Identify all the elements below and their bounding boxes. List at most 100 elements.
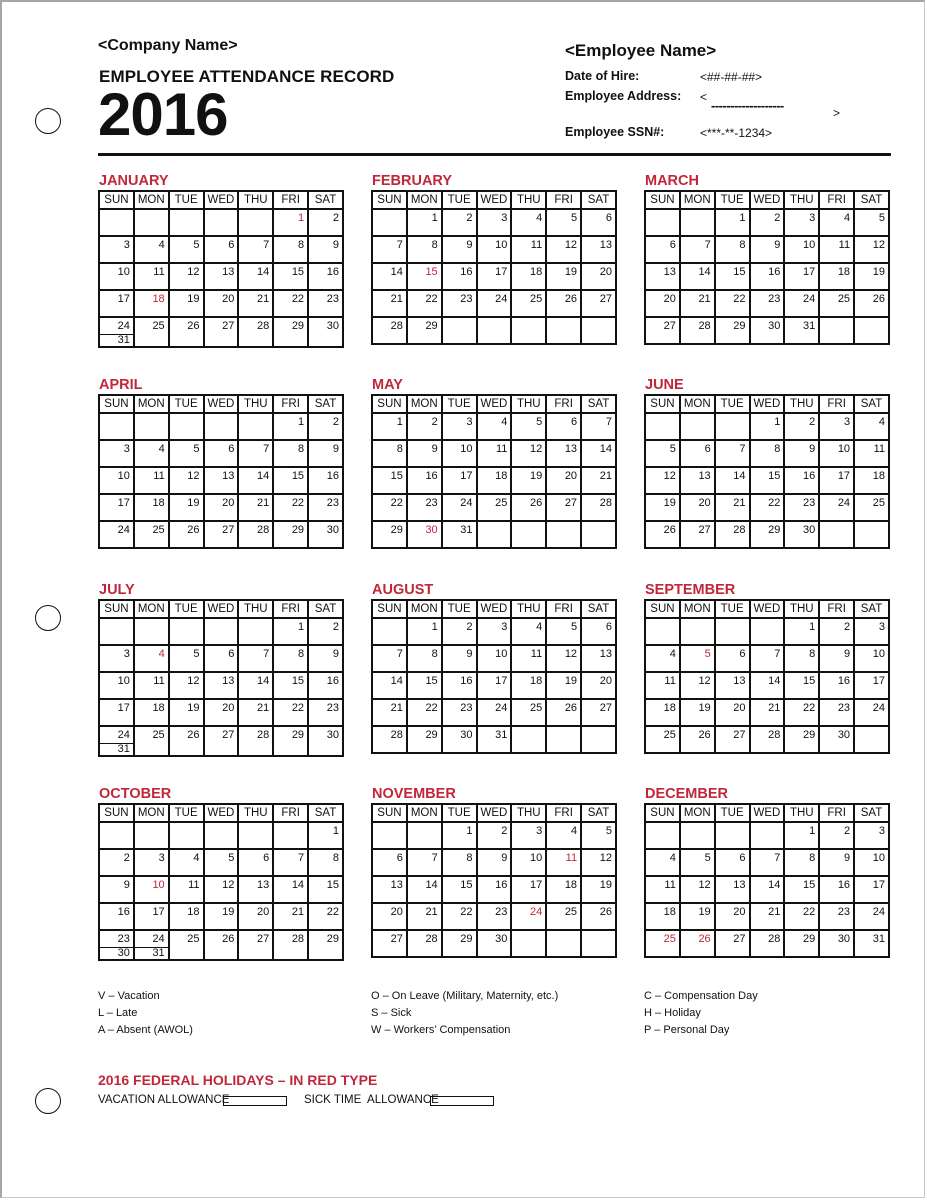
day-cell[interactable]: 9 bbox=[475, 848, 513, 877]
day-cell[interactable]: 17 bbox=[510, 875, 548, 904]
day-cell[interactable]: 13 bbox=[713, 671, 751, 700]
day-cell[interactable]: 12 bbox=[510, 439, 548, 468]
day-cell[interactable]: 26 bbox=[644, 520, 681, 549]
day-cell[interactable]: 6 bbox=[580, 208, 617, 237]
day-cell[interactable]: 28 bbox=[405, 929, 443, 958]
day-cell[interactable]: 27 bbox=[580, 289, 617, 318]
day-cell[interactable]: 12 bbox=[167, 262, 205, 291]
day-cell[interactable]: 29 bbox=[713, 316, 751, 345]
empty-day-cell[interactable] bbox=[237, 821, 275, 850]
day-cell[interactable]: 9 bbox=[748, 235, 786, 264]
day-cell[interactable]: 7 bbox=[678, 235, 716, 264]
day-cell[interactable]: 23 bbox=[405, 493, 443, 522]
empty-day-cell[interactable] bbox=[405, 821, 443, 850]
day-cell[interactable]: 18 bbox=[132, 493, 170, 522]
day-cell[interactable]: 24 bbox=[853, 902, 890, 931]
split-day-cell[interactable]: 24 31 bbox=[132, 929, 170, 961]
day-cell[interactable]: 21 bbox=[237, 493, 275, 522]
day-cell[interactable]: 25 bbox=[510, 289, 548, 318]
day-cell[interactable]: 1 bbox=[783, 617, 821, 646]
day-cell[interactable]: 10 bbox=[783, 235, 821, 264]
sick-allowance-field[interactable] bbox=[430, 1096, 494, 1106]
day-cell[interactable]: 12 bbox=[580, 848, 617, 877]
day-cell[interactable]: 28 bbox=[237, 520, 275, 549]
day-cell[interactable]: 27 bbox=[371, 929, 408, 958]
empty-day-cell[interactable] bbox=[510, 316, 548, 345]
day-cell[interactable]: 3 bbox=[440, 412, 478, 441]
day-cell[interactable]: 12 bbox=[644, 466, 681, 495]
day-cell[interactable]: 5 bbox=[510, 412, 548, 441]
day-cell[interactable]: 20 bbox=[713, 698, 751, 727]
day-cell[interactable]: 16 bbox=[818, 671, 856, 700]
day-cell[interactable]: 4 bbox=[510, 208, 548, 237]
day-cell[interactable]: 26 bbox=[678, 725, 716, 754]
day-cell[interactable]: 12 bbox=[545, 235, 583, 264]
day-cell[interactable]: 20 bbox=[202, 698, 240, 727]
day-cell[interactable]: 5 bbox=[167, 644, 205, 673]
day-cell[interactable]: 8 bbox=[272, 644, 310, 673]
day-cell[interactable]: 9 bbox=[818, 848, 856, 877]
day-cell[interactable]: 27 bbox=[545, 493, 583, 522]
day-cell[interactable]: 22 bbox=[748, 493, 786, 522]
day-cell[interactable]: 10 bbox=[440, 439, 478, 468]
day-cell[interactable]: 14 bbox=[748, 875, 786, 904]
day-cell[interactable]: 11 bbox=[818, 235, 856, 264]
day-cell[interactable]: 27 bbox=[202, 725, 240, 757]
day-cell[interactable]: 6 bbox=[580, 617, 617, 646]
empty-day-cell[interactable] bbox=[475, 316, 513, 345]
day-cell[interactable]: 14 bbox=[237, 466, 275, 495]
day-cell[interactable]: 25 bbox=[545, 902, 583, 931]
day-cell[interactable]: 4 bbox=[132, 235, 170, 264]
day-cell[interactable]: 12 bbox=[167, 466, 205, 495]
day-cell[interactable]: 8 bbox=[783, 848, 821, 877]
day-cell[interactable]: 3 bbox=[510, 821, 548, 850]
day-cell[interactable]: 30 bbox=[307, 725, 344, 757]
day-cell[interactable]: 20 bbox=[202, 493, 240, 522]
day-cell[interactable]: 12 bbox=[167, 671, 205, 700]
empty-day-cell[interactable] bbox=[272, 821, 310, 850]
day-cell[interactable]: 15 bbox=[272, 262, 310, 291]
day-cell[interactable]: 15 bbox=[371, 466, 408, 495]
day-cell[interactable]: 26 bbox=[167, 520, 205, 549]
empty-day-cell[interactable] bbox=[545, 725, 583, 754]
day-cell[interactable]: 2 bbox=[818, 617, 856, 646]
employee-name[interactable]: <Employee Name> bbox=[565, 41, 716, 61]
day-cell[interactable]: 3 bbox=[132, 848, 170, 877]
empty-day-cell[interactable] bbox=[580, 520, 617, 549]
day-cell[interactable]: 25 bbox=[853, 493, 890, 522]
day-cell[interactable]: 5 bbox=[580, 821, 617, 850]
day-cell[interactable]: 24 bbox=[853, 698, 890, 727]
day-cell[interactable]: 9 bbox=[818, 644, 856, 673]
empty-day-cell[interactable] bbox=[678, 617, 716, 646]
day-cell[interactable]: 1 bbox=[748, 412, 786, 441]
day-cell[interactable]: 9 bbox=[440, 235, 478, 264]
day-cell[interactable]: 15 bbox=[272, 466, 310, 495]
day-cell[interactable]: 14 bbox=[272, 875, 310, 904]
empty-day-cell[interactable] bbox=[678, 412, 716, 441]
day-cell[interactable]: 18 bbox=[818, 262, 856, 291]
empty-day-cell[interactable] bbox=[818, 520, 856, 549]
day-cell[interactable]: 21 bbox=[237, 289, 275, 318]
day-cell[interactable]: 10 bbox=[98, 671, 135, 700]
day-cell[interactable]: 13 bbox=[678, 466, 716, 495]
day-cell[interactable]: 9 bbox=[440, 644, 478, 673]
day-cell[interactable]: 5 bbox=[202, 848, 240, 877]
day-cell[interactable]: 11 bbox=[167, 875, 205, 904]
split-day-cell[interactable]: 24 31 bbox=[98, 316, 135, 348]
day-cell[interactable]: 16 bbox=[307, 466, 344, 495]
day-cell[interactable]: 7 bbox=[580, 412, 617, 441]
day-cell[interactable]: 4 bbox=[818, 208, 856, 237]
day-cell[interactable]: 18 bbox=[132, 289, 170, 318]
day-cell[interactable]: 2 bbox=[405, 412, 443, 441]
day-cell[interactable]: 20 bbox=[713, 902, 751, 931]
day-cell[interactable]: 4 bbox=[510, 617, 548, 646]
empty-day-cell[interactable] bbox=[202, 208, 240, 237]
day-cell[interactable]: 17 bbox=[475, 671, 513, 700]
day-cell[interactable]: 28 bbox=[371, 725, 408, 754]
day-cell[interactable]: 5 bbox=[644, 439, 681, 468]
day-cell[interactable]: 18 bbox=[167, 902, 205, 931]
day-cell[interactable]: 10 bbox=[853, 644, 890, 673]
split-day-cell[interactable]: 24 31 bbox=[98, 725, 135, 757]
day-cell[interactable]: 22 bbox=[440, 902, 478, 931]
day-cell[interactable]: 29 bbox=[440, 929, 478, 958]
